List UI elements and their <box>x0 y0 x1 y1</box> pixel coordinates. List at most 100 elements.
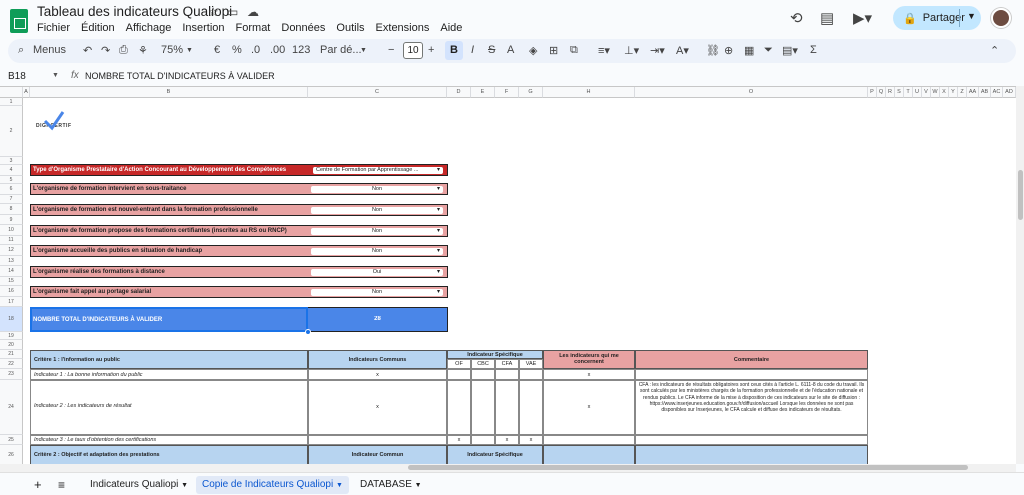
select-all-corner[interactable] <box>0 87 23 98</box>
search-icon[interactable]: ⌕ <box>18 44 24 57</box>
tab-copie-indicateurs[interactable]: Copie de Indicateurs Qualiopi ▼ <box>196 476 349 494</box>
column-header[interactable]: AD <box>1003 87 1016 98</box>
menu-donnees[interactable]: Données <box>281 22 325 34</box>
zoom-select[interactable]: 75% <box>161 44 183 56</box>
decrease-font-icon[interactable]: − <box>388 44 394 56</box>
tab-dropdown-icon[interactable]: ▼ <box>181 482 188 489</box>
row-header[interactable]: 21 <box>0 350 23 359</box>
column-header[interactable]: U <box>913 87 922 98</box>
row-header[interactable]: 19 <box>0 332 23 340</box>
menu-fichier[interactable]: Fichier <box>37 22 70 34</box>
merge-cells-icon[interactable]: ⧉ <box>570 44 578 57</box>
column-header[interactable]: C <box>308 87 447 98</box>
collapse-toolbar-icon[interactable]: ⌃ <box>990 44 999 57</box>
row-header[interactable]: 8 <box>0 204 23 215</box>
row-header[interactable]: 10 <box>0 225 23 236</box>
new-entrant-dropdown[interactable]: Non <box>311 206 443 214</box>
menu-insertion[interactable]: Insertion <box>182 22 224 34</box>
row-header[interactable]: 4 <box>0 165 23 176</box>
column-header[interactable]: A <box>23 87 30 98</box>
all-sheets-icon[interactable]: ≡ <box>52 476 71 494</box>
menu-extensions[interactable]: Extensions <box>376 22 430 34</box>
vertical-scroll-thumb[interactable] <box>1018 170 1023 220</box>
column-header[interactable]: W <box>931 87 940 98</box>
column-header[interactable]: AA <box>967 87 979 98</box>
menu-outils[interactable]: Outils <box>336 22 364 34</box>
text-rotation-icon[interactable]: A▾ <box>676 44 689 57</box>
distance-dropdown[interactable]: Oui <box>311 268 443 276</box>
column-header[interactable]: AB <box>979 87 991 98</box>
avatar[interactable] <box>991 8 1011 28</box>
row-header[interactable]: 5 <box>0 176 23 184</box>
name-box-dropdown-icon[interactable]: ▼ <box>52 72 59 79</box>
column-header[interactable]: T <box>904 87 913 98</box>
filter-views-icon[interactable]: ▤▾ <box>782 44 798 57</box>
font-select[interactable]: Par dé... <box>320 44 362 56</box>
comments-icon[interactable]: ▤ <box>820 9 834 27</box>
share-dropdown-icon[interactable]: ▼ <box>967 11 976 21</box>
column-header[interactable]: D <box>447 87 471 98</box>
undo-icon[interactable]: ↶ <box>83 44 92 57</box>
italic-button[interactable]: I <box>471 44 474 56</box>
row-header[interactable]: 14 <box>0 266 23 277</box>
row-header[interactable]: 15 <box>0 277 23 286</box>
formula-input[interactable]: NOMBRE TOTAL D'INDICATEURS À VALIDER <box>85 71 275 81</box>
fill-color-icon[interactable]: ◈ <box>529 44 537 57</box>
row-header[interactable]: 2 <box>0 106 23 157</box>
sheet-grid[interactable]: A B C D E F G H O P Q R S T U V W X Y Z … <box>0 86 1016 464</box>
font-dropdown-icon[interactable]: ▼ <box>360 47 367 54</box>
chart-icon[interactable]: ▦ <box>744 44 754 57</box>
redo-icon[interactable]: ↷ <box>101 44 110 57</box>
column-header[interactable]: O <box>635 87 868 98</box>
column-header[interactable]: Z <box>958 87 967 98</box>
horizontal-scroll-thumb[interactable] <box>408 465 968 470</box>
row-header[interactable]: 25 <box>0 435 23 445</box>
decrease-decimal[interactable]: .0 <box>251 44 260 56</box>
meet-icon[interactable]: ▶▾ <box>853 9 872 27</box>
column-header[interactable]: Y <box>949 87 958 98</box>
subcontracting-dropdown[interactable]: Non <box>311 185 443 193</box>
increase-decimal[interactable]: .00 <box>270 44 285 56</box>
row-header[interactable]: 17 <box>0 297 23 307</box>
menu-edition[interactable]: Édition <box>81 22 115 34</box>
row-header[interactable]: 6 <box>0 184 23 195</box>
tab-indicateurs-qualiopi[interactable]: Indicateurs Qualiopi ▼ <box>84 476 194 494</box>
increase-font-icon[interactable]: + <box>428 44 434 56</box>
selected-cell-outline[interactable] <box>30 307 308 332</box>
row-header[interactable]: 24 <box>0 380 23 435</box>
column-header[interactable]: B <box>30 87 308 98</box>
row-header[interactable]: 20 <box>0 340 23 350</box>
move-folder-icon[interactable]: ▭ <box>227 5 238 19</box>
row-header[interactable]: 12 <box>0 245 23 256</box>
row-header-selected[interactable]: 18 <box>0 307 23 332</box>
tab-dropdown-icon[interactable]: ▼ <box>415 482 422 489</box>
name-box[interactable]: B18 <box>8 71 26 82</box>
row-header[interactable]: 7 <box>0 195 23 204</box>
column-header[interactable]: H <box>543 87 635 98</box>
zoom-dropdown-icon[interactable]: ▼ <box>186 47 193 54</box>
menu-affichage[interactable]: Affichage <box>126 22 172 34</box>
print-icon[interactable]: ⎙ <box>119 44 128 57</box>
filter-icon[interactable]: ⏷ <box>764 44 773 57</box>
column-header[interactable]: AC <box>991 87 1003 98</box>
bold-button[interactable]: B <box>445 41 463 60</box>
handicap-dropdown[interactable]: Non <box>311 247 443 255</box>
tab-dropdown-icon[interactable]: ▼ <box>336 482 343 489</box>
column-header[interactable]: E <box>471 87 495 98</box>
row-header[interactable]: 22 <box>0 359 23 369</box>
star-icon[interactable]: ☆ <box>208 5 219 19</box>
row-header[interactable]: 1 <box>0 98 23 106</box>
link-icon[interactable]: ⛓ <box>706 44 720 57</box>
text-wrap-icon[interactable]: ⇥▾ <box>650 44 665 57</box>
row-header[interactable]: 26 <box>0 445 23 464</box>
menu-format[interactable]: Format <box>236 22 271 34</box>
percent-format[interactable]: % <box>232 44 242 56</box>
font-size-input[interactable]: 10 <box>403 42 423 59</box>
tab-database[interactable]: DATABASE ▼ <box>354 476 428 494</box>
column-header[interactable]: Q <box>877 87 886 98</box>
column-header[interactable]: F <box>495 87 519 98</box>
row-header[interactable]: 9 <box>0 215 23 225</box>
row-header[interactable]: 11 <box>0 236 23 245</box>
portage-dropdown[interactable]: Non <box>311 288 443 296</box>
document-title[interactable]: Tableau des indicateurs Qualiopi <box>37 4 232 19</box>
